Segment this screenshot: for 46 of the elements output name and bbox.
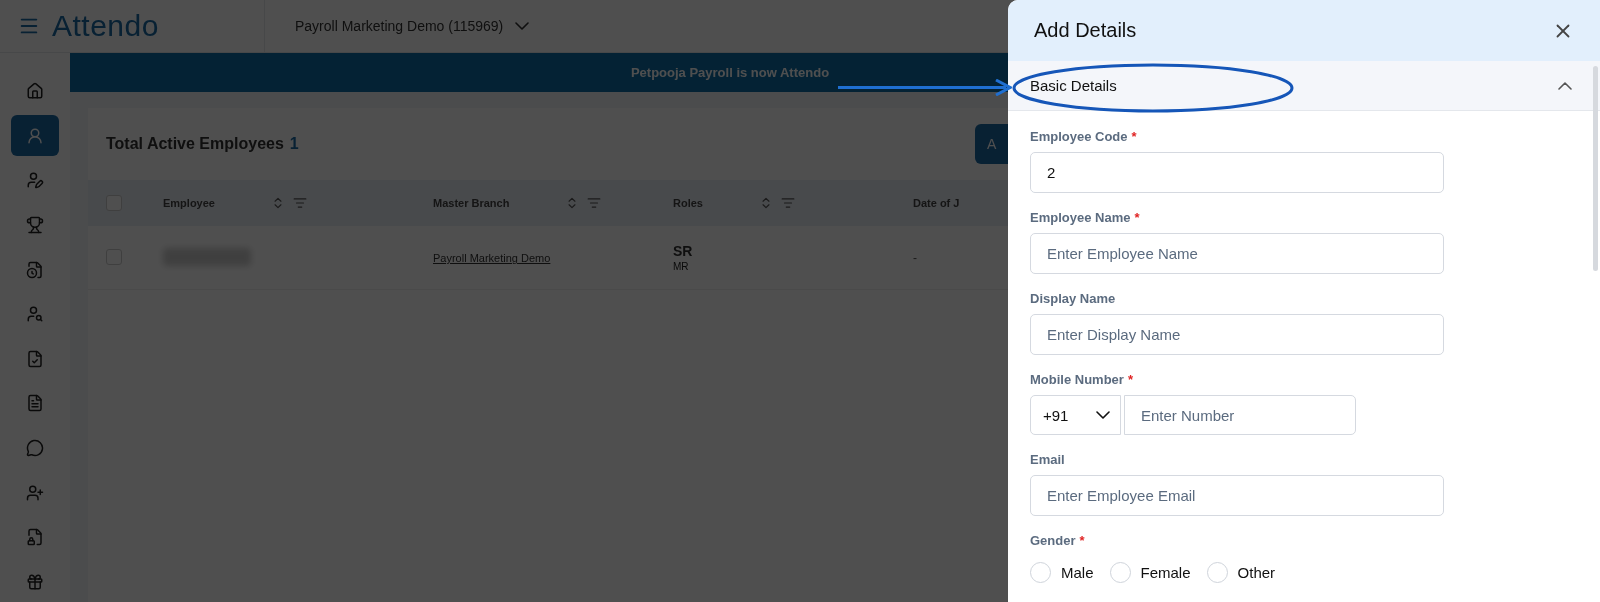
drawer-title: Add Details [1034, 19, 1137, 42]
file-lock-icon [26, 528, 44, 547]
filter-icon[interactable] [292, 195, 307, 210]
user-add-icon [26, 483, 44, 502]
country-code-select[interactable]: +91 [1030, 395, 1121, 435]
phone-number-field[interactable]: Enter Number [1124, 395, 1356, 435]
radio-option[interactable]: Male [1030, 562, 1094, 583]
radio-circle[interactable] [1030, 562, 1051, 583]
radio-circle[interactable] [1206, 562, 1228, 583]
sidebar-item[interactable] [11, 115, 59, 157]
filter-icon[interactable] [780, 195, 795, 210]
gift-icon [26, 572, 44, 591]
home-icon [26, 82, 44, 101]
text-field[interactable]: Enter Employee Email [1030, 475, 1444, 516]
chevron-down-icon [1096, 411, 1110, 419]
user-edit-icon [26, 171, 44, 190]
field-label: Email [1030, 452, 1066, 467]
chevron-up-icon [1558, 81, 1572, 90]
field-label: Employee Name * [1030, 210, 1141, 225]
radio-option[interactable]: Other [1206, 562, 1276, 583]
field-label: Display Name [1030, 291, 1117, 306]
card-title: Total Active Employees [106, 134, 284, 152]
chevron-down-icon [515, 21, 530, 30]
field-label: Gender * [1030, 533, 1086, 548]
file-clock-icon [26, 260, 44, 279]
table-cell-text: MR [673, 260, 690, 272]
section-header[interactable]: Basic Details [1008, 61, 1600, 111]
file-check-icon [26, 349, 44, 368]
table-cell: - [913, 251, 917, 266]
radio-option[interactable]: Female [1109, 562, 1191, 583]
field-label: Mobile Number * [1030, 372, 1134, 387]
app-logo: Attendo [52, 8, 159, 43]
text-field[interactable]: Enter Display Name [1030, 314, 1444, 355]
user-icon [26, 126, 44, 145]
scrollbar-thumb[interactable] [1593, 66, 1598, 271]
radio-circle[interactable] [1109, 562, 1131, 583]
employee-count: 1 [289, 134, 299, 152]
banner-text: Petpooja Payroll is now Attendo [630, 64, 830, 80]
text-field[interactable]: 2 [1030, 152, 1444, 193]
trophy-icon [26, 215, 44, 234]
filter-icon[interactable] [587, 195, 602, 210]
document-icon [26, 394, 44, 413]
person-icon [26, 305, 44, 324]
table-cell-text: SR [673, 242, 694, 259]
chat-icon [26, 438, 44, 457]
text-field[interactable]: Enter Employee Name [1030, 233, 1444, 274]
